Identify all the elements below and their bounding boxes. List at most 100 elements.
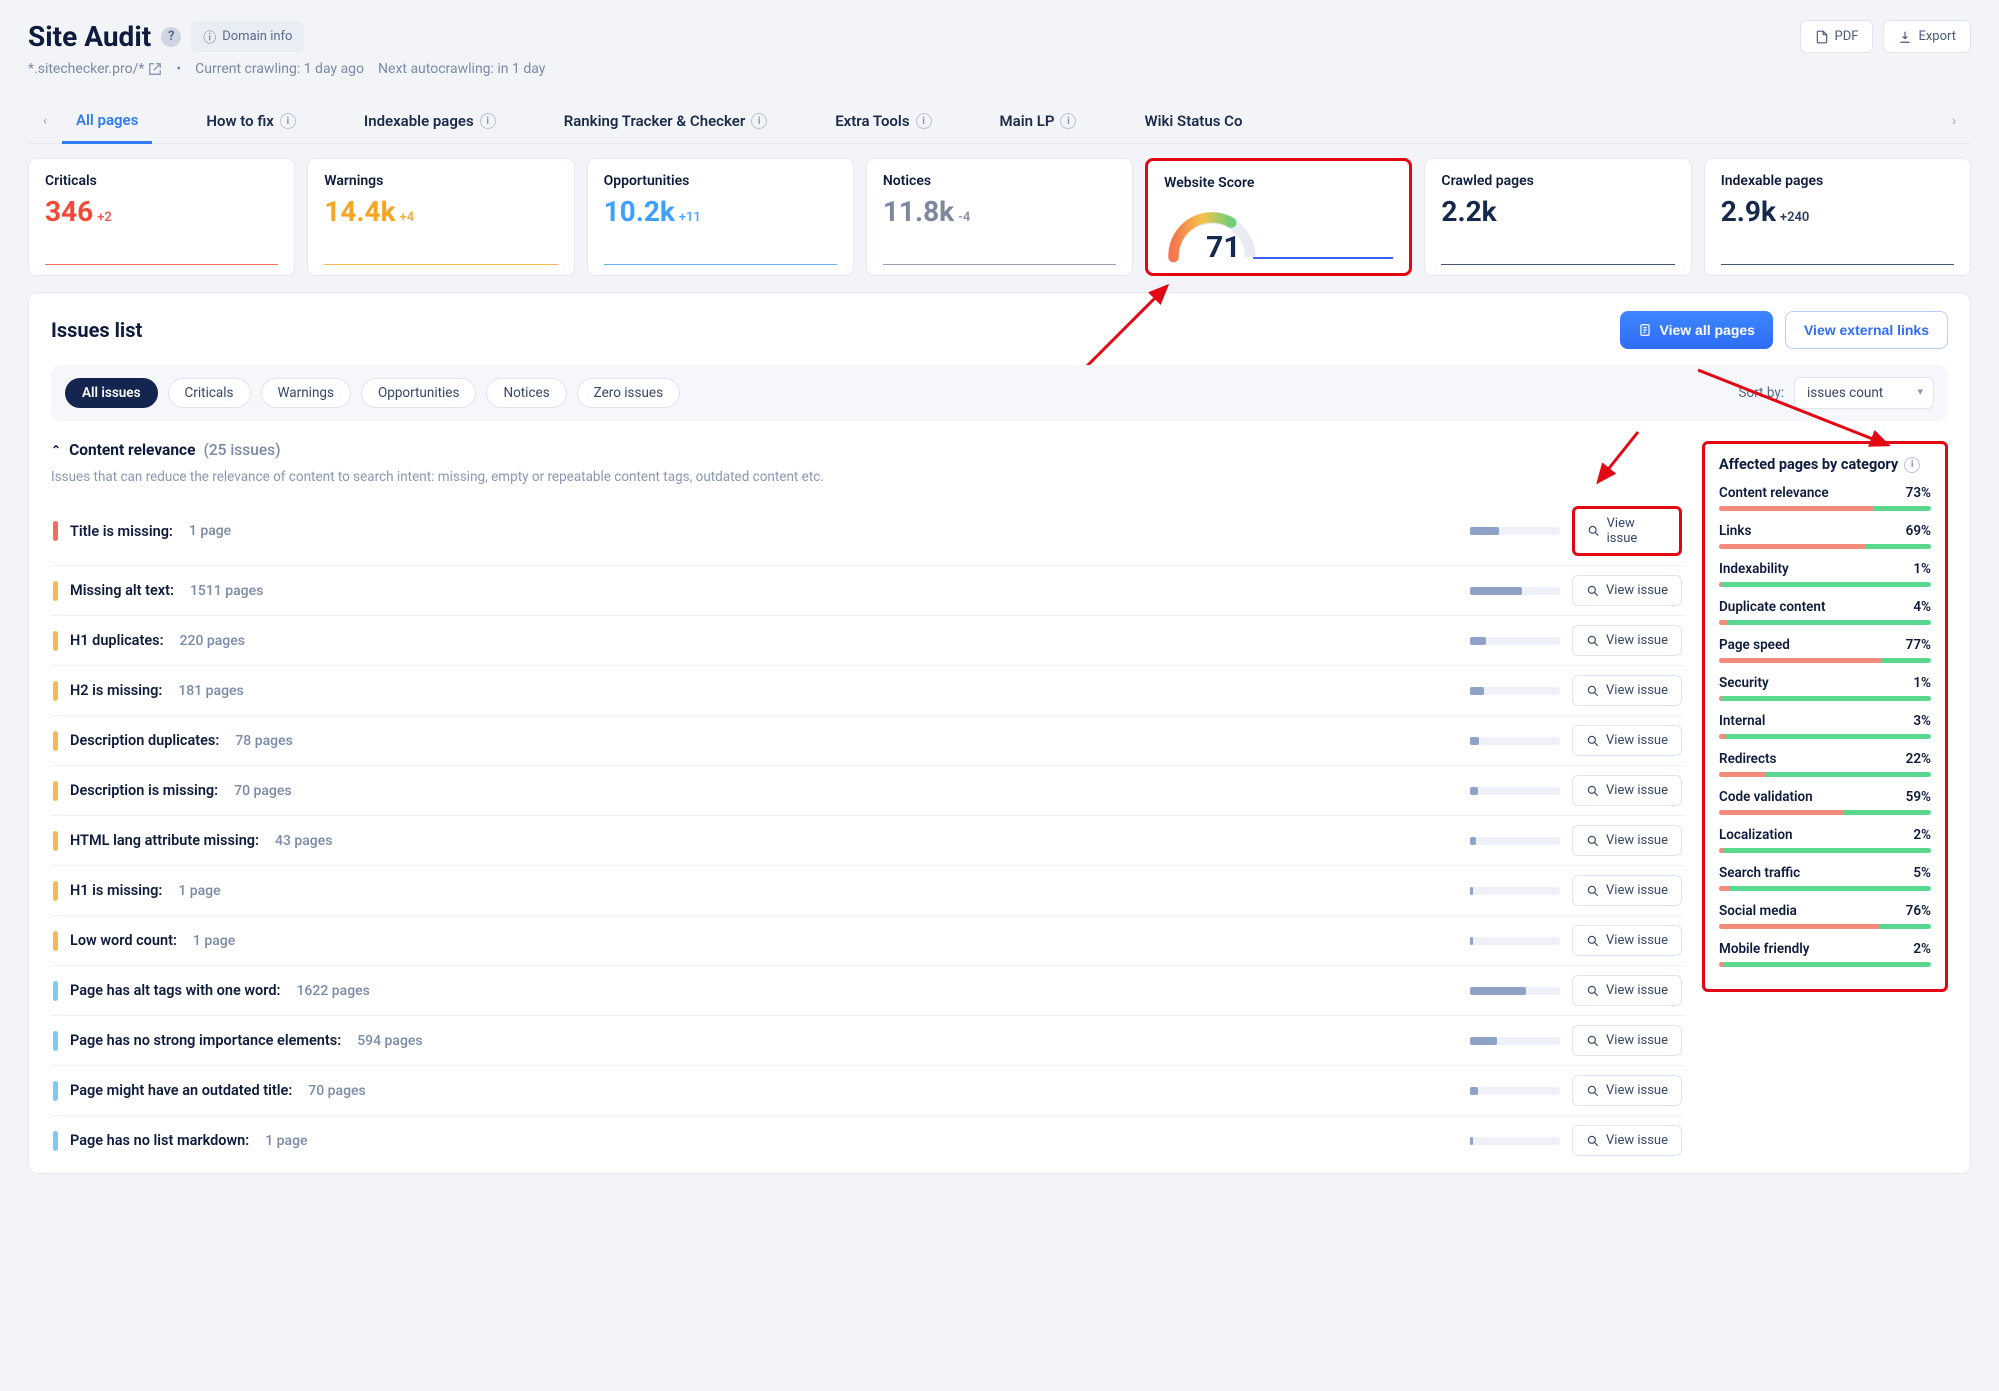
filter-opportunities[interactable]: Opportunities [361,378,476,408]
group-toggle[interactable]: ⌃ Content relevance (25 issues) [51,441,1684,459]
issue-label[interactable]: H2 is missing: [70,682,162,699]
issue-count: 1511 pages [190,583,263,599]
issue-label[interactable]: H1 is missing: [70,882,162,899]
view-issue-button[interactable]: View issue [1572,725,1682,756]
kpi-card-indexable-pages[interactable]: Indexable pages 2.9k+240 [1704,158,1971,276]
info-icon: ⓘ [203,27,216,46]
issue-bar [1470,737,1560,745]
search-icon [1587,524,1601,538]
view-issue-button[interactable]: View issue [1572,775,1682,806]
info-icon: i [751,113,767,129]
site-url[interactable]: *.sitechecker.pro/* [28,61,162,77]
tab-how-to-fix[interactable]: How to fixi [192,100,310,142]
issue-count: 1622 pages [296,983,369,999]
issue-label[interactable]: HTML lang attribute missing: [70,832,259,849]
search-icon [1586,884,1600,898]
category-row[interactable]: Page speed77% [1719,637,1931,663]
issue-row: Low word count: 1 page View issue [51,915,1684,965]
severity-indicator [53,631,58,651]
severity-indicator [53,881,58,901]
kpi-card-opportunities[interactable]: Opportunities 10.2k+11 [587,158,854,276]
issue-row: Missing alt text: 1511 pages View issue [51,565,1684,615]
filter-notices[interactable]: Notices [486,378,566,408]
search-icon [1586,834,1600,848]
issue-row: H1 duplicates: 220 pages View issue [51,615,1684,665]
issue-label[interactable]: Page has alt tags with one word: [70,982,280,999]
group-description: Issues that can reduce the relevance of … [51,469,1684,485]
domain-info-label: Domain info [222,29,292,44]
filter-warnings[interactable]: Warnings [261,378,351,408]
issue-label[interactable]: Description duplicates: [70,732,219,749]
category-row[interactable]: Security1% [1719,675,1931,701]
issue-row: H2 is missing: 181 pages View issue [51,665,1684,715]
tab-wiki-status-co[interactable]: Wiki Status Co [1130,100,1256,142]
view-issue-button[interactable]: View issue [1572,1125,1682,1156]
category-row[interactable]: Mobile friendly2% [1719,941,1931,967]
category-row[interactable]: Internal3% [1719,713,1931,739]
category-row[interactable]: Duplicate content4% [1719,599,1931,625]
tab-indexable-pages[interactable]: Indexable pagesi [350,100,510,142]
pdf-button[interactable]: PDF [1800,20,1874,53]
category-bar [1719,886,1931,891]
kpi-card-crawled-pages[interactable]: Crawled pages 2.2k [1424,158,1691,276]
category-bar [1719,544,1931,549]
issue-label[interactable]: Title is missing: [70,523,173,540]
kpi-card-website-score[interactable]: Website Score 71 [1145,158,1412,276]
domain-info-button[interactable]: ⓘ Domain info [191,21,304,52]
download-icon [1898,30,1912,44]
view-all-pages-button[interactable]: View all pages [1620,311,1773,349]
info-icon[interactable]: i [1904,457,1920,473]
help-icon[interactable]: ? [161,27,181,47]
filter-all-issues[interactable]: All issues [65,378,158,408]
issue-label[interactable]: Page has no strong importance elements: [70,1032,341,1049]
issue-label[interactable]: Description is missing: [70,782,218,799]
export-button[interactable]: Export [1883,20,1971,53]
kpi-card-criticals[interactable]: Criticals 346+2 [28,158,295,276]
category-row[interactable]: Content relevance73% [1719,485,1931,511]
pdf-icon [1815,30,1829,44]
view-issue-button[interactable]: View issue [1572,1025,1682,1056]
category-row[interactable]: Search traffic5% [1719,865,1931,891]
tab-main-lp[interactable]: Main LPi [986,100,1091,142]
issue-label[interactable]: Low word count: [70,932,177,949]
severity-indicator [53,1081,58,1101]
filter-zero-issues[interactable]: Zero issues [577,378,680,408]
kpi-card-warnings[interactable]: Warnings 14.4k+4 [307,158,574,276]
tabs-prev[interactable]: ‹ [28,113,62,129]
category-row[interactable]: Links69% [1719,523,1931,549]
tab-ranking-tracker-checker[interactable]: Ranking Tracker & Checkeri [550,100,782,142]
tabs-next[interactable]: › [1937,113,1971,129]
category-row[interactable]: Indexability1% [1719,561,1931,587]
category-row[interactable]: Localization2% [1719,827,1931,853]
sort-select[interactable]: issues count [1794,377,1934,409]
view-issue-button[interactable]: View issue [1572,875,1682,906]
category-row[interactable]: Social media76% [1719,903,1931,929]
category-bar [1719,734,1931,739]
view-issue-button[interactable]: View issue [1572,825,1682,856]
view-issue-button[interactable]: View issue [1572,506,1682,556]
filter-criticals[interactable]: Criticals [168,378,251,408]
issue-count: 1 page [193,933,235,949]
issue-label[interactable]: Page has no list markdown: [70,1132,249,1149]
view-issue-button[interactable]: View issue [1572,1075,1682,1106]
search-icon [1586,934,1600,948]
severity-indicator [53,1131,58,1151]
view-issue-button[interactable]: View issue [1572,925,1682,956]
issue-bar [1470,987,1560,995]
category-row[interactable]: Code validation59% [1719,789,1931,815]
category-row[interactable]: Redirects22% [1719,751,1931,777]
view-issue-button[interactable]: View issue [1572,625,1682,656]
issue-label[interactable]: Missing alt text: [70,582,174,599]
view-issue-button[interactable]: View issue [1572,675,1682,706]
kpi-card-notices[interactable]: Notices 11.8k-4 [866,158,1133,276]
category-bar [1719,772,1931,777]
next-crawl: Next autocrawling: in 1 day [378,61,545,77]
tab-extra-tools[interactable]: Extra Toolsi [821,100,945,142]
view-issue-button[interactable]: View issue [1572,575,1682,606]
issue-label[interactable]: H1 duplicates: [70,632,164,649]
view-issue-button[interactable]: View issue [1572,975,1682,1006]
tab-all-pages[interactable]: All pages [62,99,152,144]
issue-label[interactable]: Page might have an outdated title: [70,1082,292,1099]
issue-row: Title is missing: 1 page View issue [51,497,1684,565]
view-external-links-button[interactable]: View external links [1785,311,1948,349]
